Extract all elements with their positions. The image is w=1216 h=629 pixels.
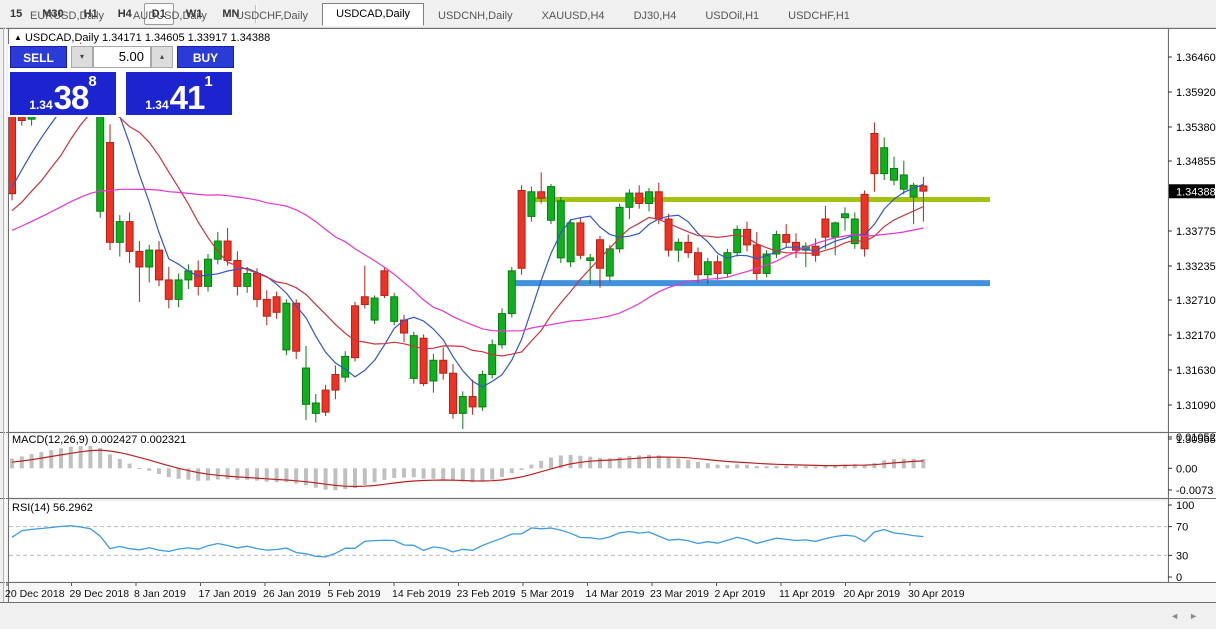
collapse-chart-icon[interactable]: ▲ bbox=[14, 33, 22, 42]
tab-usdoil-h1[interactable]: USDOil,H1 bbox=[691, 6, 773, 26]
svg-text:14 Mar 2019: 14 Mar 2019 bbox=[586, 588, 645, 600]
svg-text:1.35920: 1.35920 bbox=[1176, 87, 1216, 99]
svg-text:23 Mar 2019: 23 Mar 2019 bbox=[650, 588, 709, 600]
tab-usdcad-daily[interactable]: USDCAD,Daily bbox=[322, 3, 424, 26]
svg-text:1.33775: 1.33775 bbox=[1176, 226, 1216, 238]
svg-text:29 Dec 2018: 29 Dec 2018 bbox=[70, 588, 130, 600]
svg-text:70: 70 bbox=[1176, 522, 1188, 534]
svg-text:0.00: 0.00 bbox=[1176, 463, 1197, 475]
one-click-trading-panel: SELL ▾ 5.00 ▴ BUY 1.34388 1.34411 bbox=[8, 44, 236, 117]
svg-text:23 Feb 2019: 23 Feb 2019 bbox=[457, 588, 516, 600]
mt4-chart-window: 15 M30 H1 H4 D1 W1 MN 1.364601.359201.35… bbox=[0, 0, 1216, 629]
svg-text:0: 0 bbox=[1176, 572, 1182, 584]
tab-scroll-left-icon[interactable]: ◄ bbox=[1170, 611, 1189, 621]
tab-scroll-right-icon[interactable]: ► bbox=[1189, 611, 1208, 621]
svg-text:26 Jan 2019: 26 Jan 2019 bbox=[263, 588, 321, 600]
tab-audusd-daily[interactable]: AUDUSD,Daily bbox=[119, 6, 221, 26]
svg-text:-0.0073: -0.0073 bbox=[1176, 485, 1213, 497]
sell-price-pips: 38 bbox=[54, 84, 89, 112]
svg-text:30 Apr 2019: 30 Apr 2019 bbox=[908, 588, 965, 600]
svg-text:1.34388: 1.34388 bbox=[1176, 186, 1216, 198]
tab-usdchf-h1[interactable]: USDCHF,H1 bbox=[774, 6, 864, 26]
buy-price-prefix: 1.34 bbox=[145, 98, 168, 112]
macd-indicator-label: MACD(12,26,9) 0.002427 0.002321 bbox=[12, 434, 186, 446]
svg-text:17 Jan 2019: 17 Jan 2019 bbox=[199, 588, 257, 600]
svg-text:1.33235: 1.33235 bbox=[1176, 261, 1216, 273]
svg-text:100: 100 bbox=[1176, 500, 1194, 512]
svg-text:14 Feb 2019: 14 Feb 2019 bbox=[392, 588, 451, 600]
current-price-tag: 1.34388 bbox=[1169, 184, 1216, 198]
tab-xauusd-h4[interactable]: XAUUSD,H4 bbox=[528, 6, 619, 26]
svg-text:2 Apr 2019: 2 Apr 2019 bbox=[715, 588, 766, 600]
chart-title-text: USDCAD,Daily 1.34171 1.34605 1.33917 1.3… bbox=[25, 32, 270, 44]
svg-text:20 Dec 2018: 20 Dec 2018 bbox=[5, 588, 65, 600]
sell-price-prefix: 1.34 bbox=[29, 98, 52, 112]
svg-text:1.34855: 1.34855 bbox=[1176, 156, 1216, 168]
rsi-indicator-label: RSI(14) 56.2962 bbox=[12, 502, 93, 514]
volume-increase-button[interactable]: ▴ bbox=[151, 46, 173, 68]
svg-text:1.31090: 1.31090 bbox=[1176, 400, 1216, 412]
svg-text:1.36460: 1.36460 bbox=[1176, 52, 1216, 64]
tab-eurusd-daily[interactable]: EURUSD,Daily bbox=[16, 6, 118, 26]
buy-price-pips: 41 bbox=[170, 84, 205, 112]
buy-button[interactable]: BUY bbox=[177, 46, 234, 68]
svg-text:5 Feb 2019: 5 Feb 2019 bbox=[328, 588, 381, 600]
sell-price-point: 8 bbox=[88, 76, 96, 88]
buy-price-point: 1 bbox=[204, 76, 212, 88]
svg-text:1.32710: 1.32710 bbox=[1176, 295, 1216, 307]
svg-text:0.010525: 0.010525 bbox=[1176, 432, 1216, 444]
sell-button[interactable]: SELL bbox=[10, 46, 67, 68]
svg-text:30: 30 bbox=[1176, 550, 1188, 562]
svg-text:1.32170: 1.32170 bbox=[1176, 330, 1216, 342]
svg-text:11 Apr 2019: 11 Apr 2019 bbox=[779, 588, 835, 600]
tab-dj30-h4[interactable]: DJ30,H4 bbox=[620, 6, 691, 26]
svg-text:8 Jan 2019: 8 Jan 2019 bbox=[134, 588, 186, 600]
buy-quote-panel[interactable]: 1.34411 bbox=[126, 72, 232, 115]
volume-decrease-button[interactable]: ▾ bbox=[71, 46, 93, 68]
volume-input[interactable]: 5.00 bbox=[93, 46, 151, 68]
tab-usdcnh-daily[interactable]: USDCNH,Daily bbox=[424, 6, 527, 26]
svg-text:5 Mar 2019: 5 Mar 2019 bbox=[521, 588, 574, 600]
svg-text:1.31630: 1.31630 bbox=[1176, 365, 1216, 377]
svg-text:20 Apr 2019: 20 Apr 2019 bbox=[844, 588, 901, 600]
chart-title: ▲ USDCAD,Daily 1.34171 1.34605 1.33917 1… bbox=[14, 32, 270, 44]
rsi-pane[interactable] bbox=[9, 501, 1167, 581]
trade-controls-row: SELL ▾ 5.00 ▴ BUY bbox=[10, 46, 234, 68]
svg-text:1.35380: 1.35380 bbox=[1176, 122, 1216, 134]
tab-usdchf-daily[interactable]: USDCHF,Daily bbox=[222, 6, 322, 26]
tab-scroll-arrows: ◄► bbox=[1170, 611, 1208, 621]
sell-quote-panel[interactable]: 1.34388 bbox=[10, 72, 116, 115]
